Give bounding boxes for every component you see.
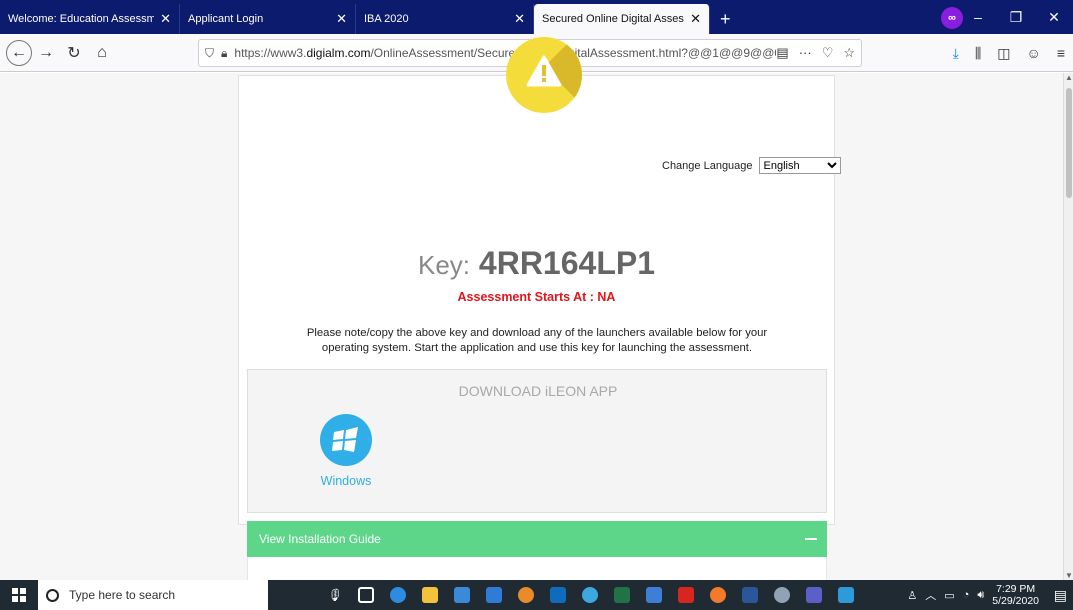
taskbar-apps: 🎙︎ xyxy=(318,580,862,610)
forward-button[interactable]: → xyxy=(32,39,60,67)
task-view-icon[interactable] xyxy=(350,580,382,610)
menu-icon[interactable]: ≡ xyxy=(1057,45,1065,61)
system-tray: ♙ ︿ ▭ ◔ 🔊︎ 7:29 PM 5/29/2020 xyxy=(907,580,1039,610)
edge-icon[interactable] xyxy=(382,580,414,610)
scroll-thumb[interactable] xyxy=(1066,88,1072,198)
language-select[interactable]: English xyxy=(758,157,841,174)
word-icon[interactable] xyxy=(734,580,766,610)
back-button[interactable]: ← xyxy=(6,39,32,66)
tab-label: Welcome: Education Assessment A xyxy=(8,13,154,25)
battery-icon[interactable]: ▭ xyxy=(944,589,954,602)
close-icon[interactable]: ✕ xyxy=(514,11,525,27)
scroll-up-icon[interactable]: ▲ xyxy=(1064,73,1073,82)
paint-icon[interactable] xyxy=(510,580,542,610)
bookmark-star-icon[interactable]: ☆ xyxy=(843,45,855,61)
tab-education-assessment[interactable]: Welcome: Education Assessment A ✕ xyxy=(0,4,180,34)
people-icon[interactable]: ♙ xyxy=(907,589,917,602)
browser-tab-strip: Welcome: Education Assessment A ✕ Applic… xyxy=(0,0,1073,34)
excel-icon[interactable] xyxy=(606,580,638,610)
sharing-icon[interactable] xyxy=(766,580,798,610)
file-explorer-icon[interactable] xyxy=(414,580,446,610)
instructions-note: Please note/copy the above key and downl… xyxy=(306,327,768,354)
download-title: DOWNLOAD iLEON APP xyxy=(458,383,618,399)
close-icon[interactable]: ✕ xyxy=(336,11,347,27)
taskbar-clock[interactable]: 7:29 PM 5/29/2020 xyxy=(992,583,1039,607)
tab-iba-2020[interactable]: IBA 2020 ✕ xyxy=(356,4,534,34)
key-label: Key: xyxy=(417,250,471,280)
windows-logo-icon[interactable] xyxy=(320,414,372,466)
close-icon[interactable]: ✕ xyxy=(160,11,171,27)
windows-label[interactable]: Windows xyxy=(310,474,382,488)
pocket-icon[interactable]: ♡ xyxy=(822,45,834,61)
taskbar-search[interactable]: Type here to search xyxy=(38,580,268,610)
scroll-down-icon[interactable]: ▼ xyxy=(1064,571,1073,580)
teams-icon[interactable] xyxy=(798,580,830,610)
url-actions: ▤ ··· ♡ ☆ xyxy=(776,45,855,61)
lock-icon[interactable]: 🔒︎ xyxy=(221,46,227,61)
tab-label: Secured Online Digital Assessment xyxy=(542,13,684,25)
key-value: 4RR164LP1 xyxy=(478,245,655,281)
tab-label: IBA 2020 xyxy=(364,13,409,25)
mail-icon[interactable] xyxy=(478,580,510,610)
clock-time: 7:29 PM xyxy=(996,583,1036,595)
account-icon[interactable]: ☺ xyxy=(1027,45,1041,61)
volume-icon[interactable]: 🔊︎ xyxy=(977,589,984,602)
tab-label: Applicant Login xyxy=(188,13,264,25)
network-icon[interactable]: ◔ xyxy=(963,589,970,601)
page-actions-icon[interactable]: ··· xyxy=(799,45,812,61)
clock-date: 5/29/2020 xyxy=(992,595,1039,607)
window-controls: – ❐ ✕ xyxy=(959,0,1073,34)
outlook-icon[interactable] xyxy=(542,580,574,610)
download-icon[interactable]: ⤓ xyxy=(953,45,959,62)
installation-guide-label: View Installation Guide xyxy=(259,532,381,546)
photos-icon[interactable] xyxy=(830,580,862,610)
windows-start-icon xyxy=(12,588,26,602)
collapse-icon[interactable] xyxy=(805,538,817,540)
assessment-starts-text: Assessment Starts At : NA xyxy=(457,290,616,304)
reload-button[interactable]: ↻ xyxy=(60,39,88,67)
start-button[interactable] xyxy=(0,580,38,610)
close-window-button[interactable]: ✕ xyxy=(1035,9,1073,26)
tab-applicant-login[interactable]: Applicant Login ✕ xyxy=(180,4,356,34)
home-button[interactable]: ⌂ xyxy=(88,39,116,67)
tab-secured-online-digital-assessment[interactable]: Secured Online Digital Assessment ✕ xyxy=(534,4,710,34)
notes-icon[interactable] xyxy=(638,580,670,610)
library-icon[interactable]: ⫼ xyxy=(975,45,981,62)
page-scrollbar[interactable]: ▲ ▼ xyxy=(1063,73,1073,580)
microphone-icon[interactable]: 🎙︎ xyxy=(318,580,350,610)
minimize-button[interactable]: – xyxy=(959,9,997,25)
windows-taskbar: Type here to search 🎙︎ ♙ ︿ ▭ ◔ 🔊︎ 7:29 P… xyxy=(0,580,1073,610)
windows-download-button[interactable]: Windows xyxy=(310,414,382,488)
download-panel: DOWNLOAD iLEON APP Windows xyxy=(247,369,827,513)
installation-guide-toggle[interactable]: View Installation Guide xyxy=(247,521,827,557)
cortana-icon xyxy=(46,588,59,602)
toolbar-right: ⤓ ⫼ ◫ ☺ ≡ xyxy=(953,34,1065,72)
tracking-shield-icon[interactable]: ⛉ xyxy=(205,46,214,61)
close-icon[interactable]: ✕ xyxy=(690,11,701,27)
tray-expand-icon[interactable]: ︿ xyxy=(925,587,936,603)
change-language: Change Language English xyxy=(662,157,841,174)
assessment-key: Key: 4RR164LP1 xyxy=(238,245,835,282)
sidebar-icon[interactable]: ◫ xyxy=(997,45,1010,62)
change-language-label: Change Language xyxy=(662,159,753,172)
reader-view-icon[interactable]: ▤ xyxy=(776,45,788,61)
new-tab-button[interactable]: + xyxy=(710,4,741,34)
restore-button[interactable]: ❐ xyxy=(997,9,1035,26)
search-placeholder: Type here to search xyxy=(69,588,176,602)
warning-icon xyxy=(506,37,582,113)
firefox-icon[interactable] xyxy=(702,580,734,610)
store-icon[interactable] xyxy=(446,580,478,610)
acrobat-icon[interactable] xyxy=(670,580,702,610)
chrome-icon[interactable] xyxy=(574,580,606,610)
notifications-icon[interactable]: ▤ xyxy=(1054,587,1067,604)
